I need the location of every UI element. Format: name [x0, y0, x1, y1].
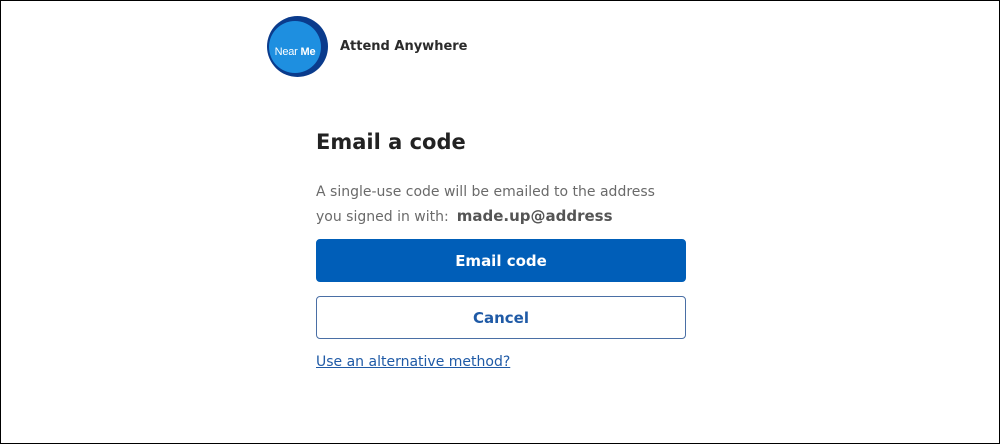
description-line-2: you signed in with:: [316, 209, 449, 225]
email-code-form: Email a code A single-use code will be e…: [316, 128, 686, 370]
near-me-logo: Near Me: [267, 16, 328, 77]
logo-text-bold: Me: [300, 46, 316, 58]
app-header: Near Me Attend Anywhere: [267, 16, 468, 77]
description: A single-use code will be emailed to the…: [316, 180, 686, 229]
description-line-1: A single-use code will be emailed to the…: [316, 184, 655, 200]
page-title: Email a code: [316, 130, 466, 154]
alternative-method-link[interactable]: Use an alternative method?: [316, 354, 510, 370]
email-code-button[interactable]: Email code: [316, 239, 686, 282]
logo-text: Near Me: [270, 46, 320, 58]
email-address: made.up@address: [456, 207, 613, 225]
logo-text-regular: Near: [274, 46, 298, 58]
page-frame: Near Me Attend Anywhere Email a code A s…: [0, 0, 1000, 444]
cancel-button[interactable]: Cancel: [316, 296, 686, 339]
app-name: Attend Anywhere: [340, 39, 468, 54]
